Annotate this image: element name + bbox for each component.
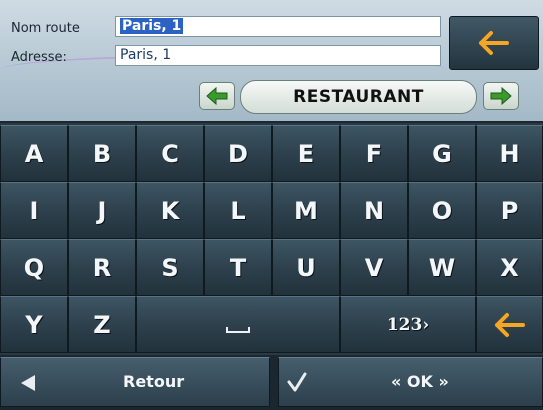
backspace-arrow-icon: [494, 312, 525, 337]
key-e[interactable]: E: [272, 125, 340, 182]
key-c[interactable]: C: [136, 125, 204, 182]
key-i[interactable]: I: [0, 182, 68, 239]
address-value: Paris, 1: [120, 47, 172, 63]
key-w[interactable]: W: [408, 239, 476, 296]
key-l[interactable]: L: [204, 182, 272, 239]
back-button-label: Retour: [123, 372, 185, 391]
address-field[interactable]: Paris, 1: [115, 45, 441, 66]
key-u[interactable]: U: [272, 239, 340, 296]
top-back-button[interactable]: [449, 16, 539, 70]
key-m[interactable]: M: [272, 182, 340, 239]
route-name-field[interactable]: Paris, 1: [115, 16, 441, 37]
key-y[interactable]: Y: [0, 296, 68, 353]
checkmark-icon: [287, 372, 307, 392]
key-o[interactable]: O: [408, 182, 476, 239]
key-v[interactable]: V: [340, 239, 408, 296]
key-r[interactable]: R: [68, 239, 136, 296]
category-label[interactable]: RESTAURANT: [240, 80, 477, 114]
key-k[interactable]: K: [136, 182, 204, 239]
bottom-bar: Retour « OK »: [0, 355, 543, 410]
left-triangle-icon: [21, 375, 35, 391]
virtual-keyboard: A B C D E F G H I J K L M N O P Q R S T …: [0, 125, 543, 353]
category-next-button[interactable]: [483, 82, 519, 110]
key-g[interactable]: G: [408, 125, 476, 182]
right-arrow-green-icon: [490, 87, 512, 105]
left-arrow-green-icon: [206, 87, 228, 105]
route-name-value: Paris, 1: [120, 18, 184, 34]
key-b[interactable]: B: [68, 125, 136, 182]
key-x[interactable]: X: [476, 239, 543, 296]
space-key[interactable]: [136, 296, 340, 353]
key-d[interactable]: D: [204, 125, 272, 182]
key-n[interactable]: N: [340, 182, 408, 239]
key-j[interactable]: J: [68, 182, 136, 239]
ok-button[interactable]: « OK »: [278, 357, 543, 407]
address-label: Adresse:: [11, 50, 67, 65]
ok-button-label: « OK »: [391, 372, 449, 391]
key-a[interactable]: A: [0, 125, 68, 182]
route-name-label: Nom route: [11, 21, 80, 36]
key-t[interactable]: T: [204, 239, 272, 296]
key-h[interactable]: H: [476, 125, 543, 182]
key-q[interactable]: Q: [0, 239, 68, 296]
key-p[interactable]: P: [476, 182, 543, 239]
key-z[interactable]: Z: [68, 296, 136, 353]
back-button[interactable]: Retour: [0, 357, 270, 407]
key-f[interactable]: F: [340, 125, 408, 182]
address-form-panel: Nom route Paris, 1 Adresse: Paris, 1 RES…: [0, 0, 543, 123]
key-s[interactable]: S: [136, 239, 204, 296]
back-arrow-icon: [479, 31, 509, 55]
backspace-key[interactable]: [476, 296, 543, 353]
space-bar-icon: [226, 326, 250, 333]
category-prev-button[interactable]: [199, 82, 235, 110]
numeric-key[interactable]: 123›: [340, 296, 476, 353]
